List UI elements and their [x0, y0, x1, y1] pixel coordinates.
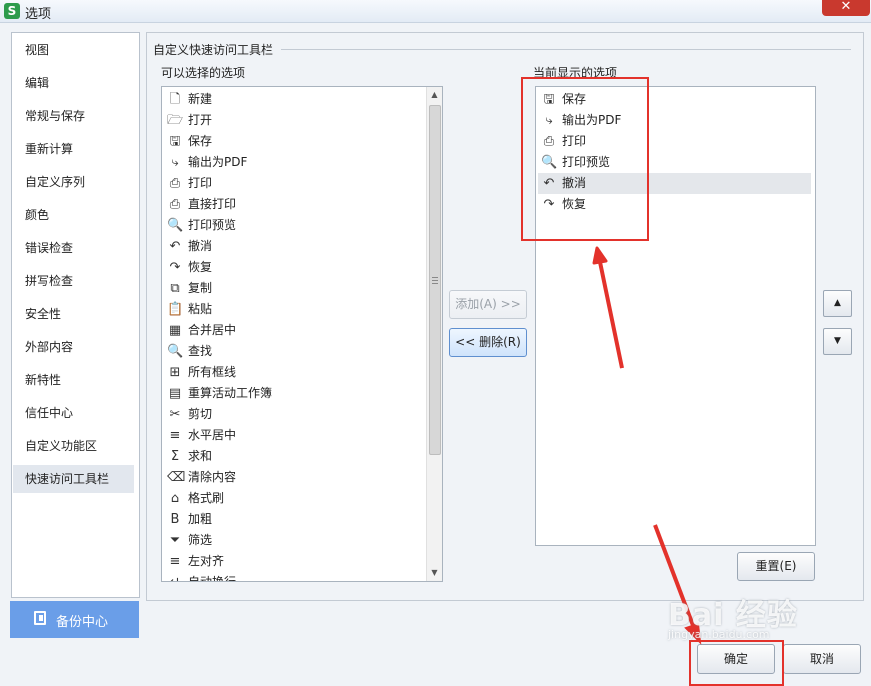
watermark-url: jingyan.baidu.com: [668, 628, 770, 641]
annotation-arrows: [592, 246, 702, 645]
